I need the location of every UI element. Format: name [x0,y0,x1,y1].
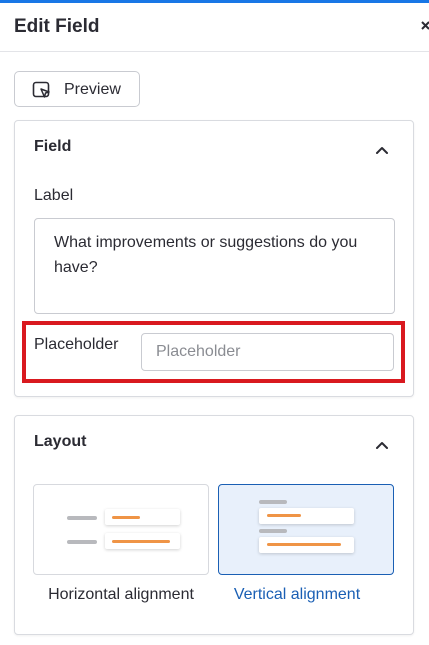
vertical-alignment-option[interactable] [218,484,394,575]
preview-icon [32,81,52,99]
thumb-label-line [259,500,287,504]
layout-section-title: Layout [34,433,87,450]
panel-header: Edit Field [0,3,429,52]
thumb-label-line [67,516,97,520]
thumb-label-line [67,540,97,544]
panel-title: Edit Field [14,16,100,37]
thumb-label-line [259,529,287,533]
chevron-up-icon[interactable] [375,437,389,449]
thumb-fill-line [267,543,341,546]
close-icon[interactable] [420,17,429,35]
placeholder-input[interactable] [141,333,394,371]
thumb-fill-line [112,516,140,519]
edit-field-panel: Edit Field Preview Field Label What impr… [0,0,429,645]
label-textarea[interactable]: What improvements or suggestions do you … [34,218,395,314]
placeholder-caption: Placeholder [34,336,119,353]
vertical-alignment-label[interactable]: Vertical alignment [207,586,387,604]
preview-label: Preview [64,81,121,98]
label-caption: Label [34,187,74,204]
thumb-fill-line [267,514,301,517]
horizontal-alignment-option[interactable] [33,484,209,575]
chevron-up-icon[interactable] [375,142,389,154]
field-section-title: Field [34,138,72,155]
horizontal-alignment-label[interactable]: Horizontal alignment [31,586,211,604]
preview-button[interactable]: Preview [14,71,140,107]
thumb-fill-line [112,540,170,543]
